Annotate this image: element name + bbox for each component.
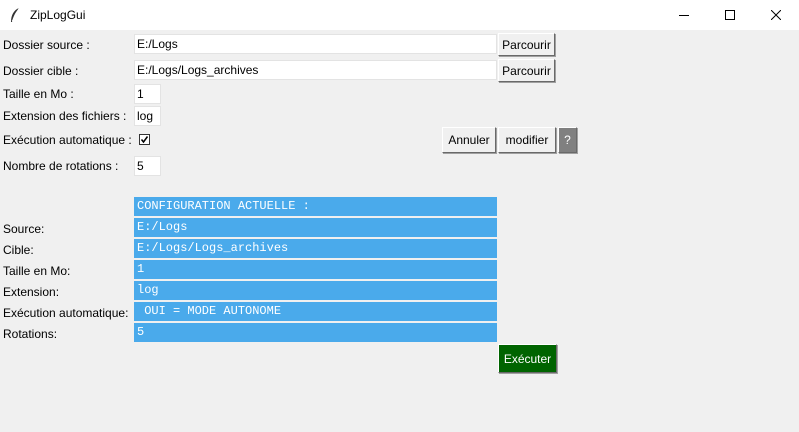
- minimize-button[interactable]: [661, 0, 707, 30]
- config-size-label: Taille en Mo:: [3, 264, 71, 278]
- feather-icon: [11, 7, 20, 22]
- help-button[interactable]: ?: [558, 127, 577, 153]
- source-label: Dossier source :: [3, 38, 90, 52]
- execute-button[interactable]: Exécuter: [498, 344, 557, 373]
- source-input[interactable]: E:/Logs: [134, 34, 497, 54]
- config-header: CONFIGURATION ACTUELLE :: [134, 197, 497, 216]
- minimize-icon: [679, 15, 689, 16]
- close-icon: [771, 10, 781, 20]
- target-label: Dossier cible :: [3, 64, 79, 78]
- config-target-label: Cible:: [3, 243, 34, 257]
- maximize-icon: [725, 10, 735, 20]
- config-source-value: E:/Logs: [134, 218, 497, 237]
- size-input[interactable]: 1: [134, 84, 161, 104]
- config-size-value: 1: [134, 260, 497, 279]
- extension-label: Extension des fichiers :: [3, 109, 127, 123]
- browse-source-button[interactable]: Parcourir: [498, 33, 555, 56]
- browse-target-button[interactable]: Parcourir: [498, 59, 555, 82]
- maximize-button[interactable]: [707, 0, 753, 30]
- modify-button[interactable]: modifier: [498, 127, 556, 153]
- config-rotations-label: Rotations:: [3, 327, 58, 341]
- target-input[interactable]: E:/Logs/Logs_archives: [134, 60, 497, 80]
- size-label: Taille en Mo :: [3, 87, 74, 101]
- config-extension-label: Extension:: [3, 285, 60, 299]
- close-button[interactable]: [753, 0, 799, 30]
- config-target-value: E:/Logs/Logs_archives: [134, 239, 497, 258]
- auto-exec-checkbox[interactable]: [139, 134, 150, 145]
- config-auto-label: Exécution automatique:: [3, 306, 129, 320]
- config-extension-value: log: [134, 281, 497, 300]
- checkmark-icon: [140, 136, 149, 144]
- cancel-button[interactable]: Annuler: [442, 127, 496, 153]
- title-bar: ZipLogGui: [0, 0, 799, 30]
- rotations-label: Nombre de rotations :: [3, 159, 119, 173]
- config-rotations-value: 5: [134, 323, 497, 342]
- auto-exec-label: Exécution automatique :: [3, 133, 132, 147]
- window-title: ZipLogGui: [30, 8, 86, 22]
- rotations-input[interactable]: 5: [134, 156, 161, 176]
- config-auto-value: OUI = MODE AUTONOME: [134, 302, 497, 321]
- config-source-label: Source:: [3, 222, 45, 236]
- extension-input[interactable]: log: [134, 106, 161, 126]
